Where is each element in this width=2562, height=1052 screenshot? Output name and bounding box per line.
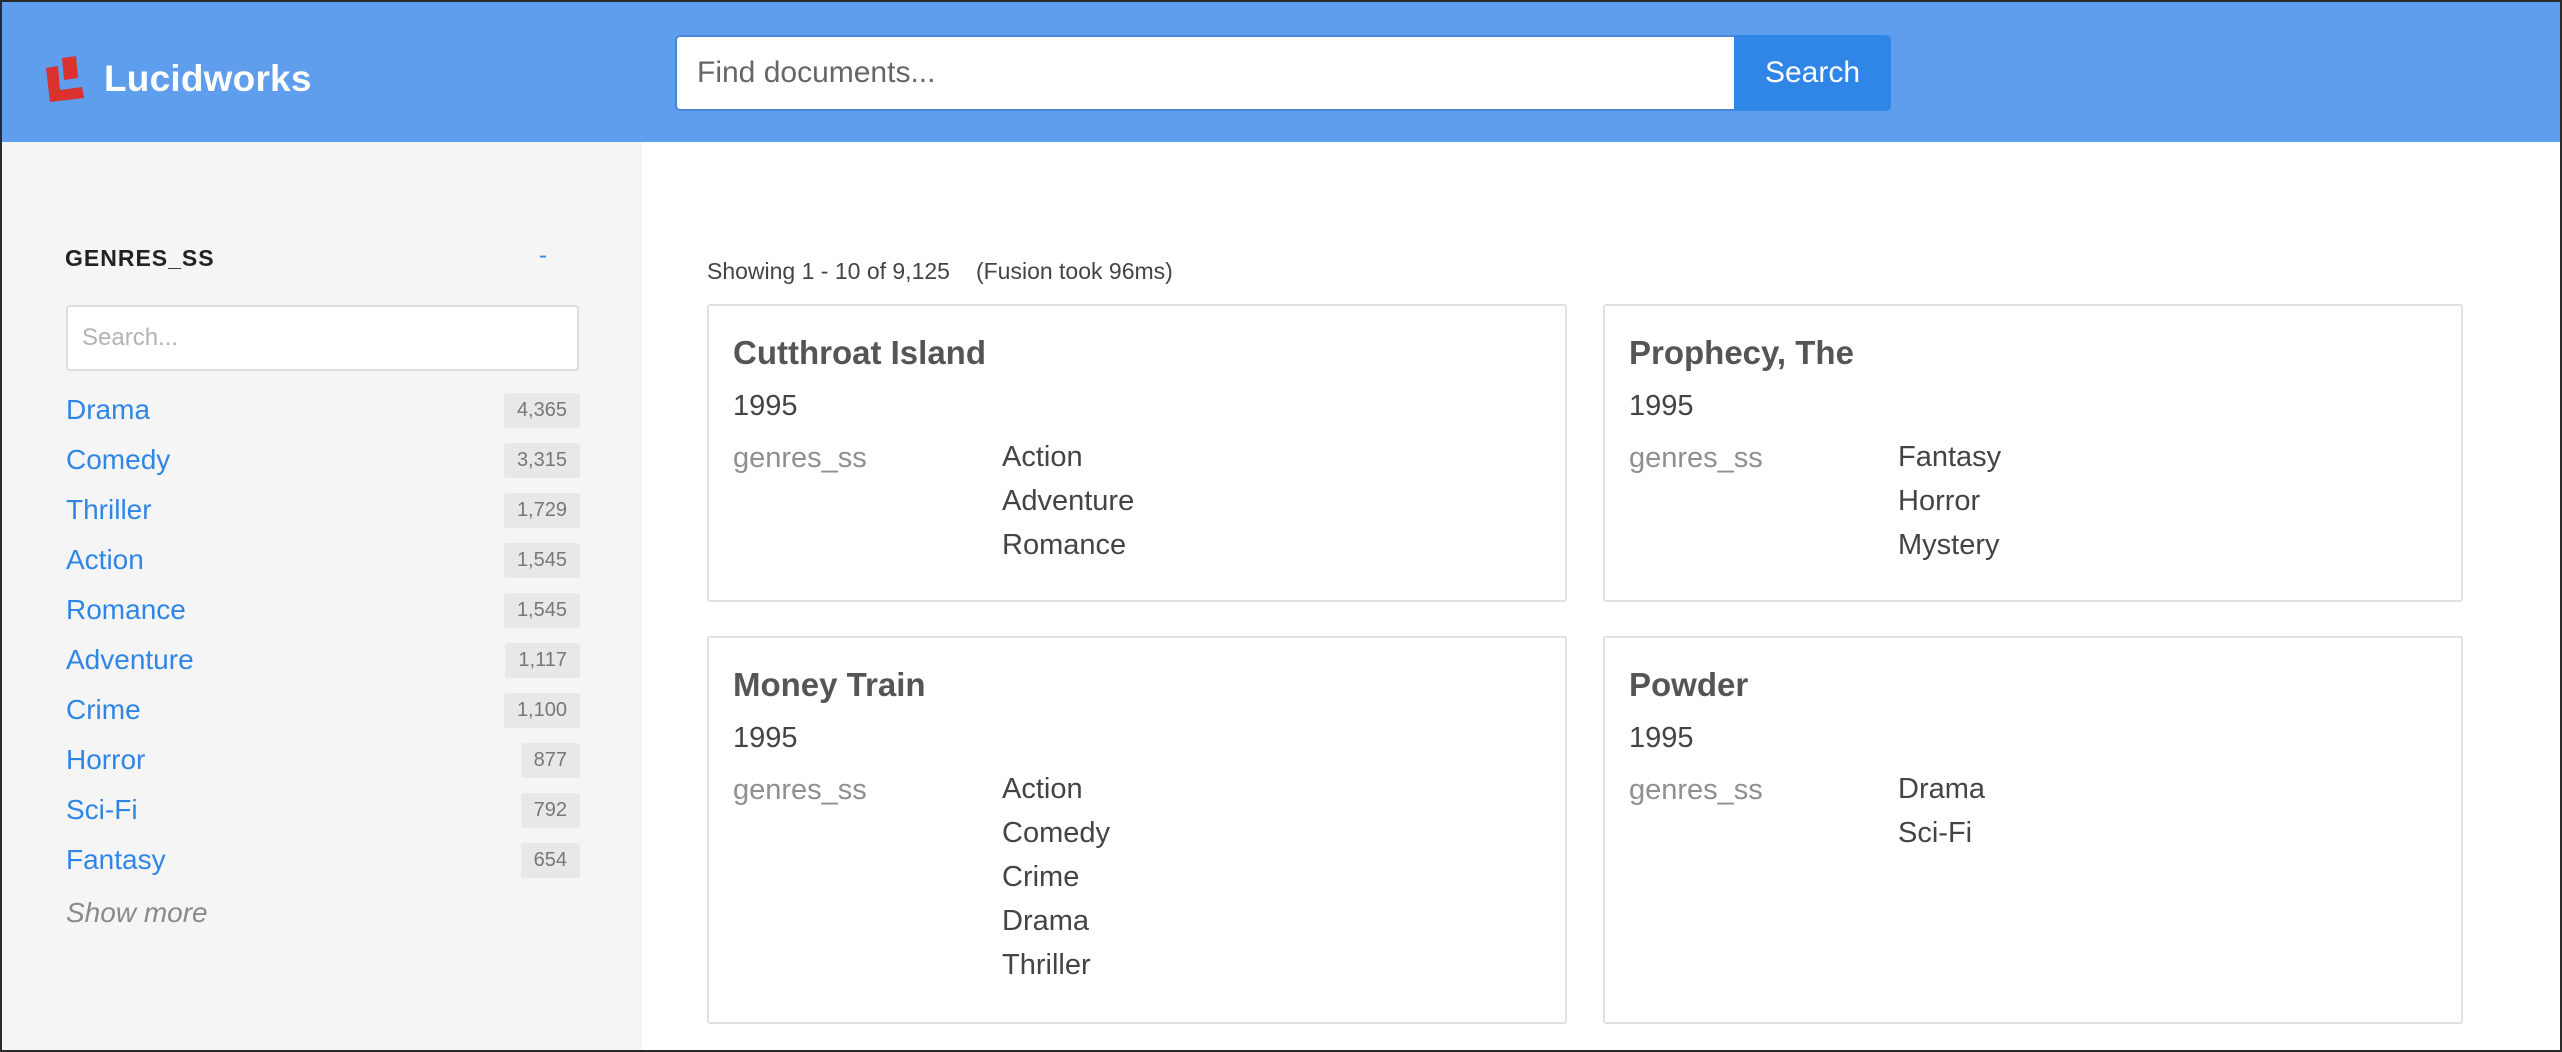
facet-item-count: 1,545 [503,542,580,578]
result-field-value: Action [1002,441,1083,473]
results-summary: Showing 1 - 10 of 9,125 (Fusion took 96ms… [707,258,1173,285]
result-card: Prophecy, The 1995 genres_ss Fantasy Hor… [1603,304,2463,602]
facet-item-count: 1,729 [503,492,580,528]
search-input[interactable] [675,35,1734,111]
facet-item-adventure[interactable]: Adventure 1,117 [66,635,580,685]
facet-item-count: 3,315 [503,442,580,478]
result-year: 1995 [1629,722,1694,754]
facet-title: GENRES_SS [65,245,215,271]
facet-item-count: 4,365 [503,392,580,428]
result-field-value: Mystery [1898,529,2000,561]
app-window: Lucidworks Search GENRES_SS - Drama 4,36… [0,0,2562,1052]
facet-search-input[interactable] [66,305,579,371]
facet-item-thriller[interactable]: Thriller 1,729 [66,485,580,535]
facet-item-sci-fi[interactable]: Sci-Fi 792 [66,785,580,835]
result-year: 1995 [1629,390,1694,422]
results-count: Showing 1 - 10 of 9,125 [707,258,950,284]
result-title[interactable]: Powder [1629,666,1748,704]
facet-item-label[interactable]: Thriller [66,494,152,526]
facet-item-romance[interactable]: Romance 1,545 [66,585,580,635]
lucidworks-logo-icon [44,56,90,102]
result-card: Money Train 1995 genres_ss Action Comedy… [707,636,1567,1024]
facet-item-label[interactable]: Adventure [66,644,194,676]
facet-item-label[interactable]: Comedy [66,444,170,476]
show-more-link[interactable]: Show more [66,897,208,929]
facet-item-count: 654 [520,842,580,878]
facet-item-label[interactable]: Action [66,544,144,576]
result-field-values: Fantasy Horror Mystery [1898,442,2001,574]
facet-item-label[interactable]: Drama [66,394,150,426]
result-field-value: Thriller [1002,949,1091,981]
facet-item-label[interactable]: Crime [66,694,141,726]
result-card: Powder 1995 genres_ss Drama Sci-Fi [1603,636,2463,1024]
result-field-value: Action [1002,773,1083,805]
result-field-label: genres_ss [1629,774,1763,806]
facet-list: Drama 4,365 Comedy 3,315 Thriller 1,729 … [66,385,580,885]
result-field-value: Adventure [1002,485,1135,517]
result-field-label: genres_ss [733,442,867,474]
result-field-values: Drama Sci-Fi [1898,774,1985,862]
result-field-value: Comedy [1002,817,1110,849]
facet-sidebar: GENRES_SS - Drama 4,365 Comedy 3,315 Thr… [2,142,642,1050]
facet-item-drama[interactable]: Drama 4,365 [66,385,580,435]
top-bar: Lucidworks Search [2,2,2560,142]
facet-item-crime[interactable]: Crime 1,100 [66,685,580,735]
facet-item-label[interactable]: Horror [66,744,145,776]
result-title[interactable]: Cutthroat Island [733,334,986,372]
facet-item-count: 792 [520,792,580,828]
facet-item-action[interactable]: Action 1,545 [66,535,580,585]
result-field-values: Action Adventure Romance [1002,442,1134,574]
brand-name: Lucidworks [104,58,312,99]
result-field-label: genres_ss [1629,442,1763,474]
result-field-value: Drama [1002,905,1090,937]
result-field-value: Fantasy [1898,441,2002,473]
brand-logo[interactable]: Lucidworks [44,56,312,102]
facet-item-comedy[interactable]: Comedy 3,315 [66,435,580,485]
result-field-value: Sci-Fi [1898,817,1973,849]
facet-item-horror[interactable]: Horror 877 [66,735,580,785]
result-year: 1995 [733,390,798,422]
facet-collapse-button[interactable]: - [539,242,547,270]
facet-item-count: 1,100 [503,692,580,728]
result-field-value: Crime [1002,861,1080,893]
result-title[interactable]: Prophecy, The [1629,334,1854,372]
result-card: Cutthroat Island 1995 genres_ss Action A… [707,304,1567,602]
result-field-label: genres_ss [733,774,867,806]
facet-item-count: 1,545 [503,592,580,628]
facet-item-label[interactable]: Fantasy [66,844,166,876]
result-title[interactable]: Money Train [733,666,926,704]
query-timing: (Fusion took 96ms) [975,258,1173,284]
result-field-value: Horror [1898,485,1981,517]
facet-item-count: 877 [520,742,580,778]
result-field-value: Romance [1002,529,1127,561]
facet-item-count: 1,117 [505,642,580,678]
search-button[interactable]: Search [1734,35,1891,111]
facet-item-fantasy[interactable]: Fantasy 654 [66,835,580,885]
result-field-value: Drama [1898,773,1986,805]
result-year: 1995 [733,722,798,754]
facet-item-label[interactable]: Romance [66,594,186,626]
facet-item-label[interactable]: Sci-Fi [66,794,138,826]
result-field-values: Action Comedy Crime Drama Thriller [1002,774,1110,994]
